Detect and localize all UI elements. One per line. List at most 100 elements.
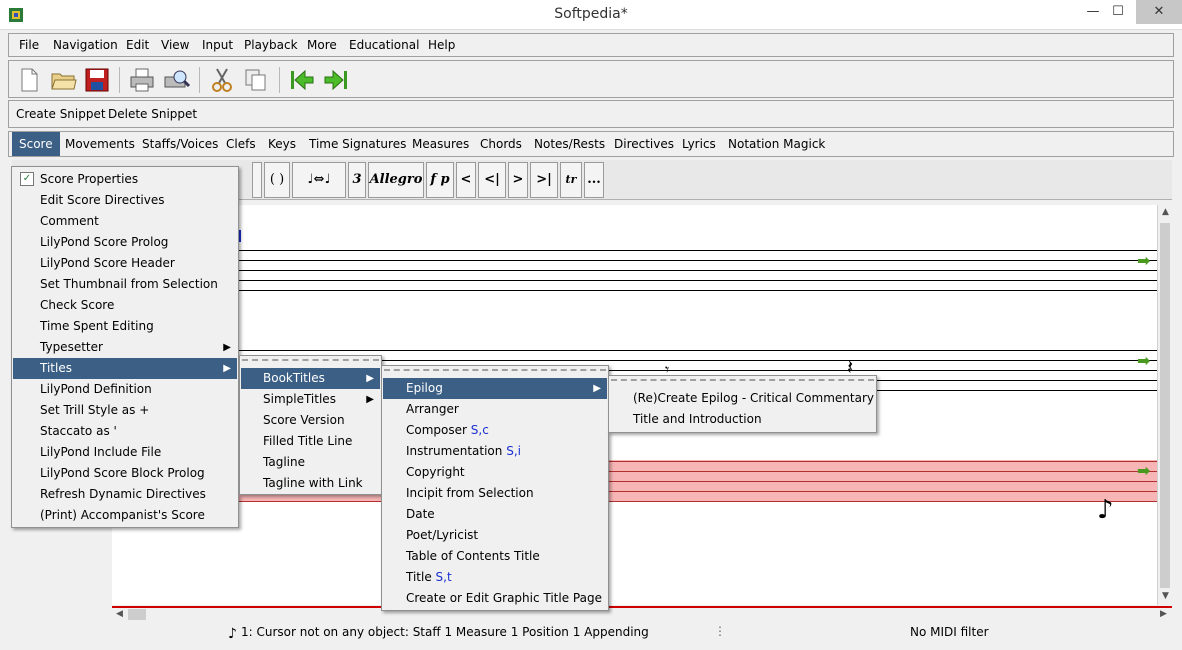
menu-item-check-score[interactable]: Check Score xyxy=(13,295,237,316)
menu-item-lilypond-score-header[interactable]: LilyPond Score Header xyxy=(13,253,237,274)
menu-item-instrumentation[interactable]: Instrumentation S,i xyxy=(383,441,607,462)
menu-input[interactable]: Input xyxy=(195,34,240,56)
tab-directives[interactable]: Directives xyxy=(607,132,681,156)
staff-1-arrow-icon[interactable]: ➡ xyxy=(1137,251,1150,270)
staff-3-arrow-icon[interactable]: ➡ xyxy=(1137,461,1150,480)
submenu-arrow-icon: ▶ xyxy=(223,342,231,353)
new-file-icon[interactable] xyxy=(14,65,44,95)
menu-item-time-spent-editing[interactable]: Time Spent Editing xyxy=(13,316,237,337)
tab-notation-magick[interactable]: Notation Magick xyxy=(721,132,832,156)
palette-fortepiano[interactable]: f p xyxy=(426,162,454,198)
palette-triplet[interactable]: 3 xyxy=(348,162,366,198)
print-preview-icon[interactable] xyxy=(161,65,191,95)
horizontal-scrollbar[interactable]: ◀ ▶ xyxy=(112,606,1172,621)
delete-snippet-button[interactable]: Delete Snippet xyxy=(104,101,201,127)
menu-item-typesetter[interactable]: Typesetter ▶ xyxy=(13,337,237,358)
scroll-right-icon[interactable]: ▶ xyxy=(1156,609,1171,619)
menu-item-lilypond-score-prolog[interactable]: LilyPond Score Prolog xyxy=(13,232,237,253)
menu-playback[interactable]: Playback xyxy=(237,34,305,56)
menu-view[interactable]: View xyxy=(154,34,196,56)
menu-item-score-properties[interactable]: ✓ Score Properties xyxy=(13,169,237,190)
menu-item-arranger[interactable]: Arranger xyxy=(383,399,607,420)
tab-notes-rests[interactable]: Notes/Rests xyxy=(527,132,612,156)
palette-note-swap[interactable]: ♩⇔♩ xyxy=(292,162,346,198)
menu-item-table-of-contents-title[interactable]: Table of Contents Title xyxy=(383,546,607,567)
menu-item-booktitles[interactable]: BookTitles ▶ xyxy=(241,368,380,389)
scroll-left-icon[interactable]: ◀ xyxy=(112,609,127,619)
staff-2-arrow-icon[interactable]: ➡ xyxy=(1137,351,1150,370)
menu-item-title-and-introduction[interactable]: Title and Introduction xyxy=(610,409,875,430)
menu-item-simpletitles[interactable]: SimpleTitles ▶ xyxy=(241,389,380,410)
menu-item-lilypond-definition[interactable]: LilyPond Definition xyxy=(13,379,237,400)
palette-diminuendo[interactable]: > xyxy=(508,162,528,198)
save-icon[interactable] xyxy=(82,65,112,95)
menu-item-set-thumbnail[interactable]: Set Thumbnail from Selection xyxy=(13,274,237,295)
print-icon[interactable] xyxy=(127,65,157,95)
create-snippet-button[interactable]: Create Snippet xyxy=(12,101,110,127)
menu-item-filled-title-line[interactable]: Filled Title Line xyxy=(241,431,380,452)
menu-item-lilypond-include-file[interactable]: LilyPond Include File xyxy=(13,442,237,463)
palette-diminuendo-end[interactable]: >| xyxy=(530,162,558,198)
palette-button-partial[interactable] xyxy=(252,162,262,198)
menu-item-print-accompanist-score[interactable]: (Print) Accompanist's Score xyxy=(13,505,237,526)
menu-item-title[interactable]: Title S,t xyxy=(383,567,607,588)
menu-item-refresh-dynamic-directives[interactable]: Refresh Dynamic Directives xyxy=(13,484,237,505)
scroll-up-icon[interactable]: ▲ xyxy=(1158,207,1173,217)
tab-lyrics[interactable]: Lyrics xyxy=(675,132,723,156)
menu-item-composer[interactable]: Composer S,c xyxy=(383,420,607,441)
menu-item-epilog[interactable]: Epilog ▶ xyxy=(383,378,607,399)
horizontal-scroll-thumb[interactable] xyxy=(128,609,146,620)
tab-clefs[interactable]: Clefs xyxy=(219,132,263,156)
menu-help[interactable]: Help xyxy=(421,34,462,56)
composer-shortcut: S,c xyxy=(470,423,489,437)
palette-parentheses[interactable]: ( ) xyxy=(264,162,290,198)
menu-item-copyright[interactable]: Copyright xyxy=(383,462,607,483)
menu-item-score-version[interactable]: Score Version xyxy=(241,410,380,431)
palette-trill[interactable]: tr xyxy=(560,162,582,198)
menu-educational[interactable]: Educational xyxy=(342,34,426,56)
vertical-scrollbar[interactable]: ▲ ▼ xyxy=(1157,205,1172,605)
menu-navigation[interactable]: Navigation xyxy=(46,34,125,56)
go-last-icon[interactable] xyxy=(321,65,351,95)
menu-edit[interactable]: Edit xyxy=(119,34,156,56)
menu-item-poet-lyricist[interactable]: Poet/Lyricist xyxy=(383,525,607,546)
menu-item-edit-score-directives[interactable]: Edit Score Directives xyxy=(13,190,237,211)
maximize-button[interactable]: ☐ xyxy=(1103,0,1133,24)
menu-item-set-trill-style[interactable]: Set Trill Style as + xyxy=(13,400,237,421)
tearoff-line[interactable] xyxy=(384,369,606,373)
menu-item-tagline[interactable]: Tagline xyxy=(241,452,380,473)
tab-score[interactable]: Score xyxy=(12,132,60,156)
object-menu-bar: Score Movements Staffs/Voices Clefs Keys… xyxy=(8,131,1174,157)
scroll-down-icon[interactable]: ▼ xyxy=(1158,591,1173,601)
tab-chords[interactable]: Chords xyxy=(473,132,529,156)
tearoff-line[interactable] xyxy=(242,359,379,363)
palette-crescendo[interactable]: < xyxy=(456,162,476,198)
close-button[interactable]: ✕ xyxy=(1136,0,1182,24)
tearoff-line[interactable] xyxy=(611,379,874,383)
menu-item-incipit-from-selection[interactable]: Incipit from Selection xyxy=(383,483,607,504)
tab-measures[interactable]: Measures xyxy=(405,132,476,156)
tab-keys[interactable]: Keys xyxy=(261,132,303,156)
tab-time-signatures[interactable]: Time Signatures xyxy=(302,132,413,156)
menu-item-date[interactable]: Date xyxy=(383,504,607,525)
go-first-icon[interactable] xyxy=(287,65,317,95)
palette-crescendo-end[interactable]: <| xyxy=(478,162,506,198)
menu-item-tagline-with-link[interactable]: Tagline with Link xyxy=(241,473,380,494)
tab-staffs-voices[interactable]: Staffs/Voices xyxy=(135,132,225,156)
menu-item-graphic-title-page[interactable]: Create or Edit Graphic Title Page xyxy=(383,588,607,609)
menu-item-recreate-epilog[interactable]: (Re)Create Epilog - Critical Commentary xyxy=(610,388,875,409)
vertical-scroll-thumb[interactable] xyxy=(1160,223,1170,588)
menu-item-staccato[interactable]: Staccato as ' xyxy=(13,421,237,442)
menu-item-lilypond-score-block-prolog[interactable]: LilyPond Score Block Prolog xyxy=(13,463,237,484)
palette-tempo-allegro[interactable]: Allegro xyxy=(368,162,424,198)
menu-item-comment[interactable]: Comment xyxy=(13,211,237,232)
menu-more[interactable]: More xyxy=(300,34,344,56)
tab-movements[interactable]: Movements xyxy=(58,132,142,156)
menu-file[interactable]: File xyxy=(12,34,46,56)
cut-icon[interactable] xyxy=(207,65,237,95)
menu-item-titles[interactable]: Titles ▶ xyxy=(13,358,237,379)
copy-icon[interactable] xyxy=(241,65,271,95)
palette-more[interactable]: ... xyxy=(584,162,604,198)
title-bar: Softpedia* — ☐ ✕ xyxy=(0,0,1182,30)
open-folder-icon[interactable] xyxy=(48,65,78,95)
